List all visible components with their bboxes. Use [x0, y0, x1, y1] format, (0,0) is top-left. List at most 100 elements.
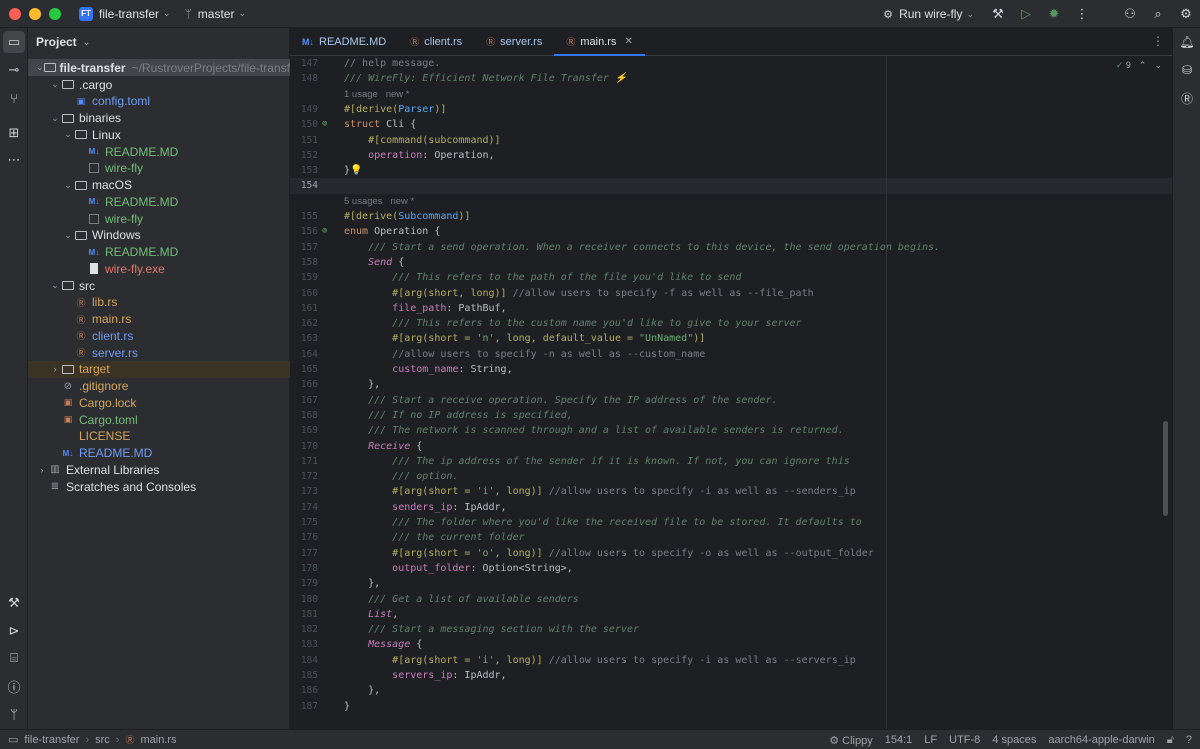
code-line[interactable]: 179 }, [290, 576, 1172, 591]
tab-client-rs[interactable]: Ⓡ client.rs [398, 28, 474, 55]
tree-item[interactable]: ⌄ binaries [28, 110, 290, 127]
code-line[interactable]: 151 #[command(subcommand)] [290, 133, 1172, 148]
code-line[interactable]: 150 ⊚ struct Cli { [290, 117, 1172, 132]
chevron-down-icon[interactable]: ⌄ [49, 113, 61, 124]
tree-item[interactable]: › target [28, 360, 290, 378]
build-hammer-icon[interactable]: ⚒ [0, 589, 28, 617]
code-line[interactable]: 164 //allow users to specify -n as well … [290, 347, 1172, 362]
code-line[interactable]: 166 }, [290, 377, 1172, 392]
tab-readme[interactable]: M↓ README.MD [290, 28, 398, 55]
tree-item[interactable]: ▣ Cargo.lock [28, 394, 290, 411]
tree-item[interactable]: M↓ README.MD [28, 244, 290, 261]
project-panel-header[interactable]: Project ⌄ [28, 28, 289, 56]
file-encoding[interactable]: UTF-8 [949, 734, 980, 746]
tree-item[interactable]: ▣ Cargo.toml [28, 411, 290, 428]
code-line[interactable]: 174 senders_ip: IpAddr, [290, 500, 1172, 515]
code-line[interactable]: 155 #[derive(Subcommand)] [290, 209, 1172, 224]
tree-item[interactable]: Ⓡserver.rs [28, 344, 290, 361]
tree-root-item[interactable]: ⌄ file-transfer ~/RustroverProjects/file… [28, 59, 301, 76]
code-line[interactable]: 165 custom_name: String, [290, 362, 1172, 377]
code-line[interactable]: 167 /// Start a receive operation. Speci… [290, 393, 1172, 408]
minimize-window-button[interactable] [29, 7, 41, 20]
code-line[interactable]: 187} [290, 699, 1172, 714]
target-triple[interactable]: aarch64-apple-darwin [1048, 734, 1154, 746]
chevron-down-icon[interactable]: ⌄ [49, 79, 61, 90]
editor-scrollbar[interactable] [1163, 421, 1168, 516]
breadcrumb-item[interactable]: main.rs [140, 734, 176, 746]
caret-position[interactable]: 154:1 [885, 734, 913, 746]
chevron-down-icon[interactable]: ⌄ [62, 180, 74, 191]
close-tab-icon[interactable]: ✕ [624, 36, 632, 47]
structure-icon[interactable]: ⊞ [0, 119, 28, 147]
code-line[interactable]: 148 /// WireFly: Efficient Network File T… [290, 71, 1172, 86]
code-line[interactable]: 170 Receive { [290, 439, 1172, 454]
code-line[interactable]: 182 /// Start a messaging section with t… [290, 622, 1172, 637]
tree-item[interactable]: ⌄ .cargo [28, 76, 290, 93]
usage-hint[interactable]: 5 usages new * [344, 194, 414, 209]
code-line[interactable]: 172 /// option. [290, 469, 1172, 484]
chevron-down-icon[interactable]: ⌄ [62, 129, 74, 140]
inlay-hint-row[interactable]: 5 usages new * [290, 194, 1172, 209]
code-line[interactable]: 185 servers_ip: IpAddr, [290, 668, 1172, 683]
tree-item[interactable]: › ▥ External Libraries [28, 461, 290, 478]
tab-main-rs[interactable]: Ⓡ main.rs ✕ [554, 28, 646, 56]
tree-item[interactable]: ⌄ macOS [28, 177, 290, 194]
tree-item[interactable]: Ⓡclient.rs [28, 327, 290, 344]
code-line[interactable]: 175 /// The folder where you'd like the … [290, 515, 1172, 530]
code-line[interactable]: 157 /// Start a send operation. When a r… [290, 240, 1172, 255]
code-line[interactable]: 184 #[arg(short = 'i', long)] //allow us… [290, 653, 1172, 668]
clippy-widget[interactable]: ⚙ Clippy [829, 734, 873, 747]
help-icon[interactable]: ? [1186, 734, 1192, 746]
build-hammer-icon[interactable]: ⚒ [984, 0, 1012, 28]
breadcrumb-item[interactable]: file-transfer [24, 734, 79, 746]
line-separator[interactable]: LF [924, 734, 937, 746]
code-line[interactable]: 160 #[arg(short, long)] //allow users to… [290, 286, 1172, 301]
project-folder-icon[interactable]: ▭ [3, 31, 25, 53]
code-line[interactable]: 147 // help message. [290, 56, 1172, 71]
indent-setting[interactable]: 4 spaces [992, 734, 1036, 746]
tab-server-rs[interactable]: Ⓡ server.rs [474, 28, 554, 55]
chevron-right-icon[interactable]: › [49, 364, 61, 374]
run-icon[interactable]: ▷ [1012, 0, 1040, 28]
code-line[interactable]: 180 /// Get a list of available senders [290, 592, 1172, 607]
chevron-down-icon[interactable]: ⌄ [62, 230, 74, 241]
code-line[interactable]: 171 /// The ip address of the sender if … [290, 454, 1172, 469]
add-user-icon[interactable]: ⚇ [1116, 0, 1144, 28]
tree-item[interactable]: M↓ README.MD [28, 193, 290, 210]
tree-item[interactable]: Ⓡmain.rs [28, 311, 290, 328]
code-line[interactable]: 162 /// This refers to the custom name y… [290, 316, 1172, 331]
code-line[interactable]: 177 #[arg(short = 'o', long)] //allow us… [290, 546, 1172, 561]
lock-icon[interactable]: 🔓︎ [1167, 734, 1174, 747]
tab-options-icon[interactable]: ⋮ [1152, 34, 1164, 48]
git-icon[interactable]: ᛘ [0, 700, 28, 728]
tree-item[interactable]: ≣ Scratches and Consoles [28, 478, 290, 495]
tree-item[interactable]: ▣ config.toml [28, 93, 290, 110]
close-window-button[interactable] [9, 7, 21, 20]
code-line[interactable]: 152 operation: Operation, [290, 148, 1172, 163]
notifications-bell-icon[interactable]: 🔔︎ [1173, 28, 1200, 56]
code-line[interactable]: 178 output_folder: Option<String>, [290, 561, 1172, 576]
code-line[interactable]: 173 #[arg(short = 'i', long)] //allow us… [290, 484, 1172, 499]
code-line[interactable]: 186 }, [290, 683, 1172, 698]
tree-item[interactable]: ⌄ Linux [28, 126, 290, 143]
tree-item[interactable]: LICENSE [28, 428, 290, 445]
debug-icon[interactable]: ✹ [1040, 0, 1068, 28]
code-line[interactable]: 176 /// the current folder [290, 530, 1172, 545]
tree-item[interactable]: M↓ README.MD [28, 143, 290, 160]
tree-item[interactable]: wire-fly [28, 160, 290, 177]
more-actions-icon[interactable]: ⋮ [1068, 0, 1096, 28]
problems-icon[interactable]: ⓘ [0, 672, 28, 700]
code-line[interactable]: 159 /// This refers to the path of the f… [290, 270, 1172, 285]
code-line[interactable]: 161 file_path: PathBuf, [290, 301, 1172, 316]
more-tools-icon[interactable]: ⋯ [0, 146, 28, 174]
inlay-hint-row[interactable]: 1 usage new * [290, 87, 1172, 102]
code-line[interactable]: 153}💡 [290, 163, 1172, 178]
terminal-icon[interactable]: ⌸ [0, 644, 28, 672]
run-icon[interactable]: ⊳ [0, 617, 28, 645]
tree-item[interactable]: ⌄ Windows [28, 227, 290, 244]
database-icon[interactable]: ⛁ [1173, 56, 1200, 84]
commit-icon[interactable]: ⊸ [0, 56, 28, 84]
tree-item[interactable]: wire-fly.exe [28, 260, 290, 277]
breadcrumb-item[interactable]: src [95, 734, 110, 746]
code-line[interactable]: 183 Message { [290, 637, 1172, 652]
